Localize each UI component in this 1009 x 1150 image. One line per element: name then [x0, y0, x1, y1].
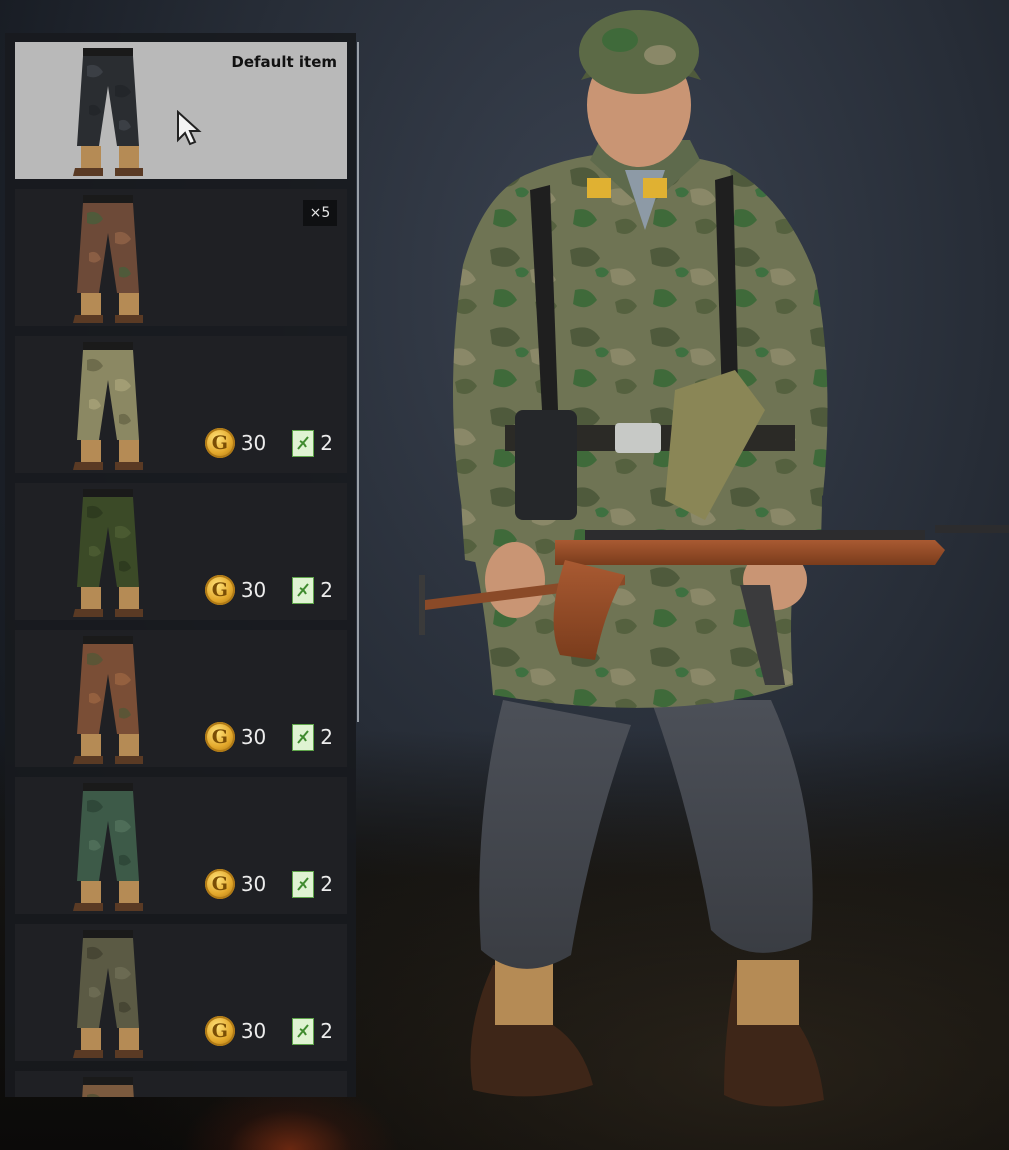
- count-badge: ×5: [303, 200, 337, 226]
- item-card[interactable]: [15, 1071, 347, 1097]
- price: G 30 2: [204, 574, 333, 606]
- item-card[interactable]: ×5: [15, 189, 347, 326]
- ticket-price: 2: [320, 872, 333, 896]
- trousers-icon: [73, 342, 143, 470]
- ticket-price: 2: [320, 578, 333, 602]
- gold-coin-icon: G: [204, 869, 235, 899]
- gold-price: 30: [240, 431, 267, 455]
- item-card[interactable]: G 30 2: [15, 924, 347, 1061]
- default-item-label: Default item: [231, 53, 337, 71]
- ticket-price: 2: [320, 1019, 333, 1043]
- item-card[interactable]: G 30 2: [15, 336, 347, 473]
- mouse-cursor-icon: [177, 110, 202, 146]
- panel-scrollbar[interactable]: [357, 42, 359, 722]
- ticket-price: 2: [320, 431, 333, 455]
- trousers-icon: [73, 48, 143, 176]
- gold-price: 30: [240, 725, 267, 749]
- trousers-icon: [73, 783, 143, 911]
- price: G 30 2: [204, 721, 333, 753]
- gold-price: 30: [240, 872, 267, 896]
- order-ticket-icon: [292, 870, 315, 898]
- order-ticket-icon: [292, 1017, 315, 1045]
- price: G 30 2: [204, 427, 333, 459]
- trousers-icon: [73, 930, 143, 1058]
- gold-coin-icon: G: [204, 722, 235, 752]
- gold-price: 30: [240, 578, 267, 602]
- item-card[interactable]: G 30 2: [15, 483, 347, 620]
- gold-coin-icon: G: [204, 1016, 235, 1046]
- item-card[interactable]: G 30 2: [15, 630, 347, 767]
- soldier-character: [419, 10, 1009, 1107]
- gold-coin-icon: G: [204, 575, 235, 605]
- gold-coin-icon: G: [204, 428, 235, 458]
- order-ticket-icon: [292, 576, 315, 604]
- gold-price: 30: [240, 1019, 267, 1043]
- order-ticket-icon: [292, 723, 315, 751]
- trousers-icon: [73, 195, 143, 323]
- price: G 30 2: [204, 1015, 333, 1047]
- price: G 30 2: [204, 868, 333, 900]
- order-ticket-icon: [292, 429, 315, 457]
- ticket-price: 2: [320, 725, 333, 749]
- trousers-icon: [82, 1077, 134, 1097]
- item-card[interactable]: G 30 2: [15, 777, 347, 914]
- trousers-icon: [73, 636, 143, 764]
- trousers-icon: [73, 489, 143, 617]
